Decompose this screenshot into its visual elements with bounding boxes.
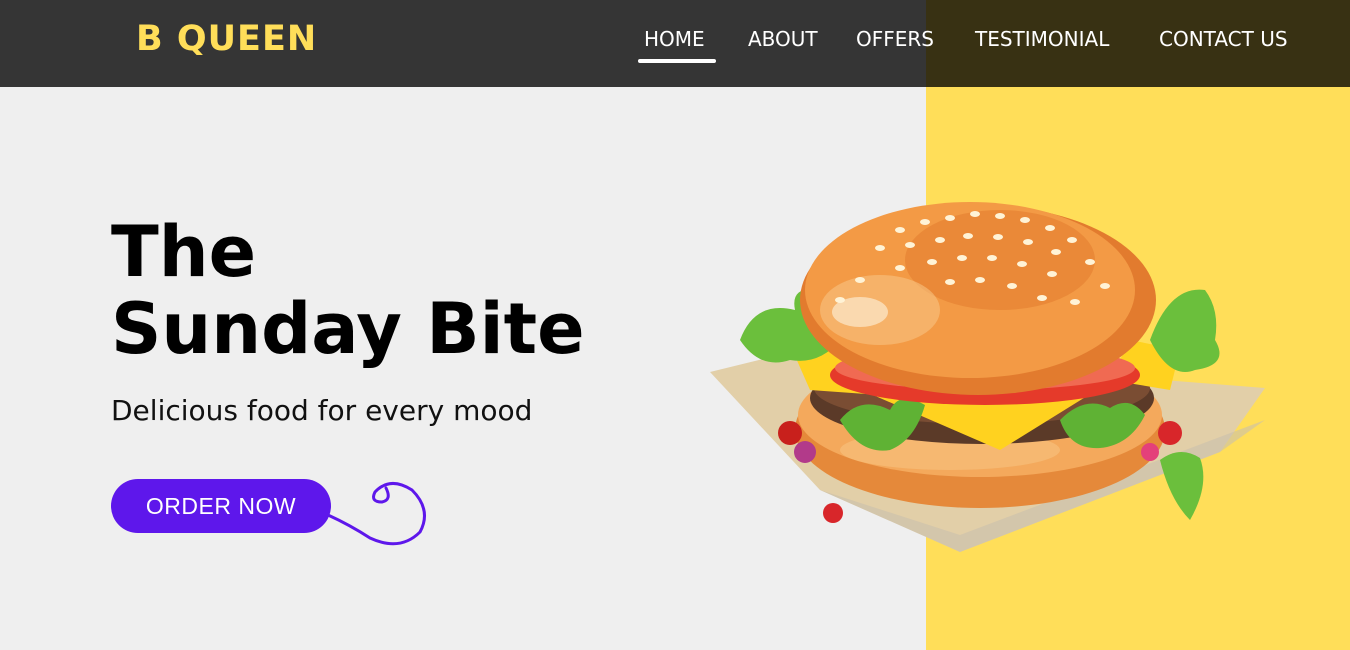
cherry-tomato [778, 421, 802, 445]
nav-link-testimonial[interactable]: TESTIMONIAL [975, 27, 1109, 51]
hero-subtitle: Delicious food for every mood [111, 394, 533, 427]
hero-title-line2: Sunday Bite [111, 288, 585, 370]
swirl-decoration-icon [326, 482, 426, 546]
nav-link-offers[interactable]: OFFERS [856, 27, 934, 51]
nav-link-contact-us[interactable]: CONTACT US [1159, 27, 1288, 51]
top-navbar: B QUEEN HOME ABOUT OFFERS TESTIMONIAL CO… [0, 0, 1350, 87]
burger-illustration [710, 202, 1265, 552]
landing-page: B QUEEN HOME ABOUT OFFERS TESTIMONIAL CO… [0, 0, 1350, 650]
brand-logo[interactable]: B QUEEN [136, 19, 317, 59]
order-now-button[interactable]: ORDER NOW [111, 479, 331, 533]
nav-link-home[interactable]: HOME [644, 27, 705, 51]
nav-link-about[interactable]: ABOUT [748, 27, 818, 51]
hero-title-line1: The [111, 211, 257, 293]
active-nav-indicator [638, 59, 716, 63]
